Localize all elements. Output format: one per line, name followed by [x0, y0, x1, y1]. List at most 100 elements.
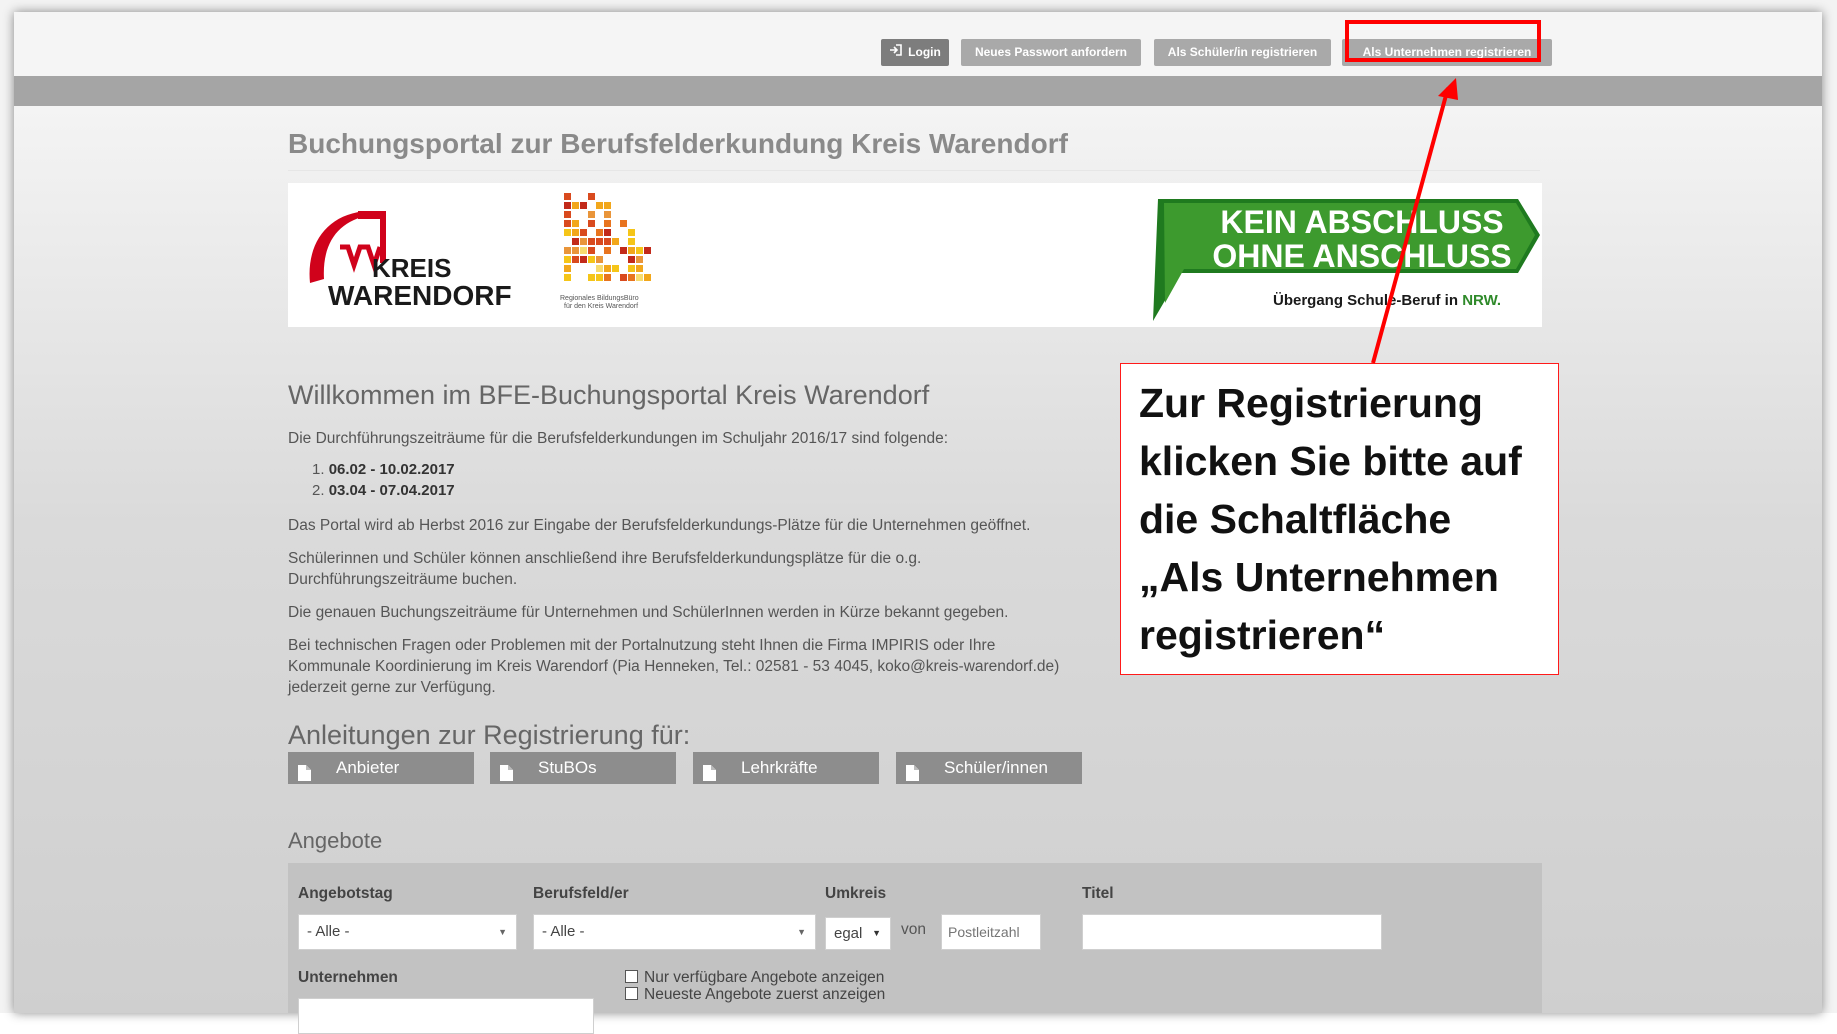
period-num-1: 1. — [312, 461, 325, 478]
kein-abschluss-logo: KEIN ABSCHLUSS OHNE ANSCHLUSS Übergang S… — [1153, 199, 1540, 321]
guide-button-lehrkraefte[interactable]: Lehrkräfte — [693, 752, 879, 784]
available-offers-checkbox-row[interactable]: Nur verfügbare Angebote anzeigen — [625, 969, 884, 987]
mosaic-tile — [580, 256, 587, 263]
umkreis-select[interactable]: egal ▼ — [825, 917, 891, 950]
paragraph-contact-line3: jederzeit gerne zur Verfügung. — [288, 679, 496, 696]
login-button[interactable]: Login — [881, 39, 949, 66]
mosaic-tile — [580, 202, 587, 209]
annotation-callout: Zur Registrierung klicken Sie bitte auf … — [1120, 363, 1559, 675]
mosaic-tile — [604, 229, 611, 236]
bb-line1: Regionales BildungsBüro — [560, 295, 639, 302]
angebotstag-select[interactable]: - Alle - ▼ — [298, 914, 517, 950]
callout-line3: die Schaltfläche — [1139, 496, 1452, 542]
title-divider — [288, 170, 1540, 171]
intro-text: Die Durchführungszeiträume für die Beruf… — [288, 430, 949, 447]
mosaic-tile — [636, 274, 643, 281]
mosaic-tile — [572, 220, 579, 227]
umkreis-value: egal — [834, 925, 863, 942]
annotation-highlight-box — [1345, 20, 1541, 62]
request-password-button[interactable]: Neues Passwort anfordern — [961, 39, 1141, 66]
mosaic-tile — [596, 274, 603, 281]
mosaic-tile — [636, 265, 643, 272]
callout-line1: Zur Registrierung — [1139, 380, 1483, 426]
guides-heading: Anleitungen zur Registrierung für: — [288, 720, 691, 750]
available-offers-checkbox[interactable] — [625, 970, 638, 983]
mosaic-tile — [572, 238, 579, 245]
mosaic-tile — [588, 247, 595, 254]
mosaic-tile — [644, 247, 651, 254]
mosaic-tile — [628, 265, 635, 272]
mosaic-tile — [588, 220, 595, 227]
available-offers-label: Nur verfügbare Angebote anzeigen — [644, 969, 885, 986]
kreis-line1: KREIS — [372, 253, 451, 283]
header-divider-bar — [14, 76, 1822, 106]
offers-heading: Angebote — [288, 828, 383, 853]
mosaic-tile — [588, 238, 595, 245]
guide-label-stubos: StuBOs — [538, 758, 597, 777]
kaoa-subline: Übergang Schule-Beruf in — [1273, 292, 1462, 309]
guide-button-stubos[interactable]: StuBOs — [490, 752, 676, 784]
title-input[interactable] — [1082, 914, 1382, 950]
callout-line2: klicken Sie bitte auf — [1139, 438, 1522, 484]
postal-code-input[interactable] — [941, 914, 1041, 950]
banner-graphics: KREIS WARENDORF Regionales BildungsBüro … — [309, 193, 1540, 321]
document-icon — [298, 760, 311, 792]
mosaic-tile — [628, 247, 635, 254]
period-text-2: 03.04 - 07.04.2017 — [328, 482, 455, 499]
mosaic-tile — [580, 229, 587, 236]
bildungsbuero-logo: Regionales BildungsBüro für den Kreis Wa… — [560, 193, 651, 310]
guide-button-schueler[interactable]: Schüler/innen — [896, 752, 1082, 784]
mosaic-tile — [604, 211, 611, 218]
berufsfeld-value: - Alle - — [542, 923, 585, 940]
mosaic-tile — [620, 247, 627, 254]
company-input[interactable] — [298, 998, 594, 1034]
paragraph-booking-periods: Die genauen Buchungszeiträume für Untern… — [288, 604, 1009, 621]
login-label: Login — [908, 45, 941, 59]
kreis-line2: WARENDORF — [328, 280, 512, 311]
mosaic-tile — [564, 229, 571, 236]
kaoa-line1: KEIN ABSCHLUSS — [1220, 204, 1503, 240]
callout-line5: registrieren“ — [1139, 612, 1386, 658]
mosaic-tile — [604, 202, 611, 209]
mosaic-tile — [580, 238, 587, 245]
login-icon — [889, 39, 902, 66]
berufsfeld-label: Berufsfeld/er — [533, 885, 629, 902]
angebotstag-label: Angebotstag — [298, 885, 393, 902]
mosaic-tile — [564, 274, 571, 281]
mosaic-tile — [588, 256, 595, 263]
mosaic-tile — [612, 238, 619, 245]
guide-button-anbieter[interactable]: Anbieter — [288, 752, 474, 784]
mosaic-tile — [596, 229, 603, 236]
paragraph-contact-line2: Kommunale Koordinierung im Kreis Warendo… — [288, 658, 1060, 675]
angebotstag-value: - Alle - — [307, 923, 350, 940]
mosaic-tile — [588, 274, 595, 281]
newest-first-checkbox-row[interactable]: Neueste Angebote zuerst anzeigen — [625, 986, 885, 1004]
bb-line2: für den Kreis Warendorf — [564, 303, 638, 310]
mosaic-tile — [612, 265, 619, 272]
unternehmen-label: Unternehmen — [298, 969, 398, 986]
document-icon — [703, 760, 716, 792]
mosaic-tile — [628, 256, 635, 263]
mosaic-tile — [564, 265, 571, 272]
guide-label-lehrkraefte: Lehrkräfte — [741, 758, 818, 777]
mosaic-tile — [604, 247, 611, 254]
guide-label-schueler: Schüler/innen — [944, 758, 1048, 777]
period-num-2: 2. — [312, 482, 325, 499]
mosaic-tile — [564, 211, 571, 218]
berufsfeld-select[interactable]: - Alle - ▼ — [533, 914, 816, 950]
document-icon — [906, 760, 919, 792]
chevron-down-icon: ▼ — [498, 927, 507, 937]
paragraph-students-line1: Schülerinnen und Schüler können anschlie… — [288, 550, 922, 567]
kaoa-nrw: NRW. — [1462, 292, 1501, 309]
mosaic-tile — [644, 274, 651, 281]
mosaic-tile — [620, 274, 627, 281]
top-navigation-bar: Login Neues Passwort anfordern Als Schül… — [14, 12, 1822, 76]
paragraph-contact-line1: Bei technischen Fragen oder Problemen mi… — [288, 637, 996, 654]
newest-first-checkbox[interactable] — [625, 987, 638, 1000]
mosaic-tile — [596, 238, 603, 245]
period-item-2: 2. 03.04 - 07.04.2017 — [312, 482, 455, 499]
mosaic-tile — [564, 256, 571, 263]
mosaic-tile — [564, 202, 571, 209]
mosaic-tile — [604, 274, 611, 281]
register-student-button[interactable]: Als Schüler/in registrieren — [1154, 39, 1331, 66]
